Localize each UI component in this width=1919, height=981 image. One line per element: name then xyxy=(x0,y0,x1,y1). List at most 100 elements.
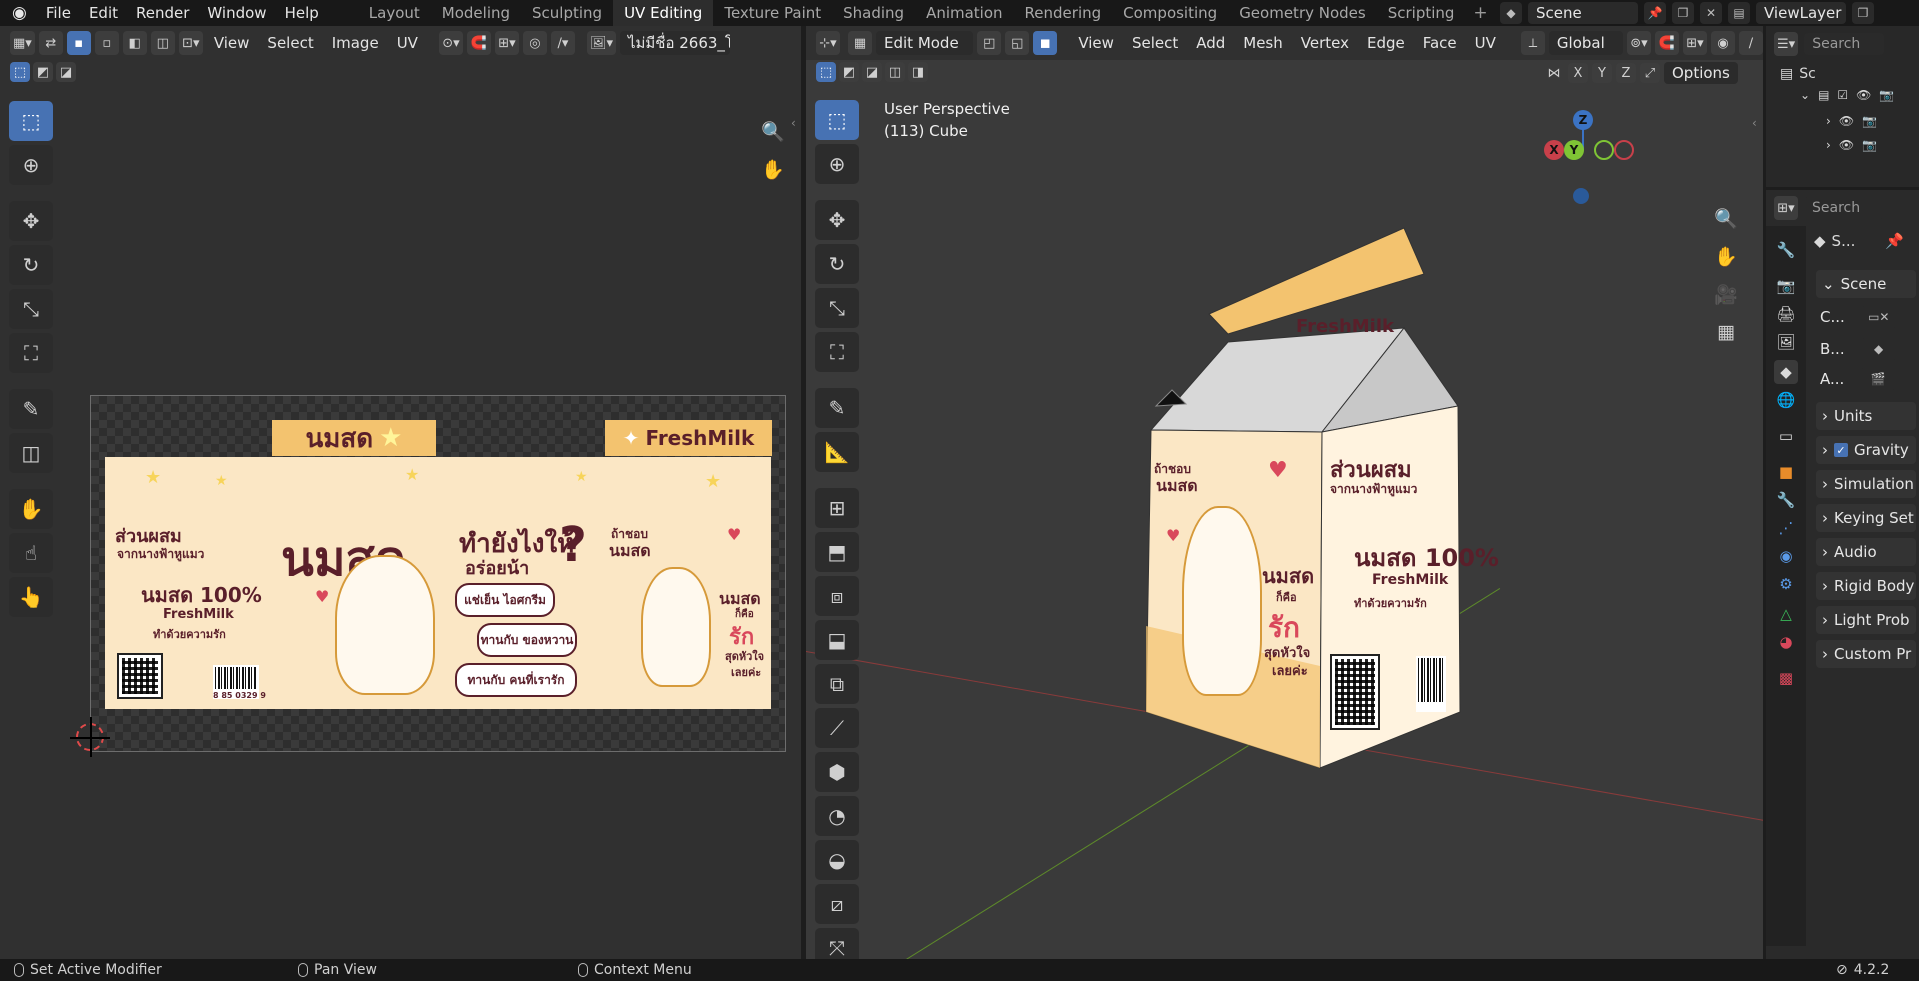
uv-menu-image[interactable]: Image xyxy=(325,31,386,55)
uv-menu-select[interactable]: Select xyxy=(260,31,320,55)
object-tab-icon[interactable]: ■ xyxy=(1774,460,1798,484)
outliner-search-input[interactable]: Search xyxy=(1804,33,1885,55)
menu-help[interactable]: Help xyxy=(276,0,328,26)
render-tab-icon[interactable]: 📷 xyxy=(1774,274,1798,298)
view-layer-field[interactable]: ViewLayer xyxy=(1756,2,1846,24)
movie-clip-field[interactable]: 🎬 xyxy=(1860,368,1897,390)
pivot-icon[interactable]: ⊙▾ xyxy=(438,31,463,55)
scale-tool-icon[interactable]: ⤡ xyxy=(9,289,53,329)
chevron-down-icon[interactable]: ⌄ xyxy=(1800,88,1810,102)
image-name-field[interactable]: ไม่มีชื่อ 2663_โด xyxy=(619,31,730,55)
proportional-edit-icon[interactable]: ◎ xyxy=(522,31,547,55)
falloff-icon[interactable]: ∕▾ xyxy=(550,31,575,55)
editor-type-icon[interactable]: ☰▾ xyxy=(1774,32,1799,56)
rip-tool-icon[interactable]: ◫ xyxy=(9,433,53,473)
snap-target-icon[interactable]: ⊞▾ xyxy=(494,31,519,55)
sync-selection-icon[interactable]: ⇄ xyxy=(38,31,63,55)
gravity-checkbox[interactable]: ✓ xyxy=(1834,443,1848,457)
properties-search-input[interactable]: Search xyxy=(1804,197,1884,219)
outliner-row-object1[interactable]: › 👁 📷 xyxy=(1826,114,1877,128)
physics-tab-icon[interactable]: ◉ xyxy=(1774,544,1798,568)
menu-edit[interactable]: Edit xyxy=(80,0,127,26)
section-light-probe[interactable]: › Light Prob xyxy=(1816,606,1916,634)
section-custom-properties[interactable]: › Custom Pr xyxy=(1816,640,1916,668)
tab-layout[interactable]: Layout xyxy=(358,0,431,26)
outliner-row-root[interactable]: ▤ Sc xyxy=(1780,66,1816,82)
new-view-layer-icon[interactable]: ❐ xyxy=(1852,2,1874,24)
relax-tool-icon[interactable]: ☝ xyxy=(9,533,53,573)
chevron-right-icon[interactable]: › xyxy=(1826,138,1831,152)
world-tab-icon[interactable]: 🌐 xyxy=(1774,388,1798,412)
move-tool-icon[interactable]: ✥ xyxy=(9,201,53,241)
scene-name-field[interactable]: Scene xyxy=(1528,2,1638,24)
section-rigid-body[interactable]: › Rigid Body xyxy=(1816,572,1916,600)
edge-select-icon[interactable]: ▫ xyxy=(94,31,119,55)
blender-logo-icon[interactable]: ◉ xyxy=(0,3,37,23)
transform-tool-icon[interactable]: ⛶ xyxy=(9,333,53,373)
tab-scripting[interactable]: Scripting xyxy=(1377,0,1466,26)
menu-window[interactable]: Window xyxy=(198,0,275,26)
output-tab-icon[interactable]: 🖨 xyxy=(1774,302,1798,326)
tab-animation[interactable]: Animation xyxy=(915,0,1013,26)
pin-icon[interactable]: 📌 xyxy=(1885,232,1904,250)
section-units[interactable]: › Units xyxy=(1816,402,1916,430)
constraints-tab-icon[interactable]: ⚙ xyxy=(1774,572,1798,596)
collection-tab-icon[interactable]: ▭ xyxy=(1774,424,1798,448)
uv-2d-cursor-icon[interactable] xyxy=(70,717,110,757)
pan-hand-icon[interactable]: ✋ xyxy=(757,153,789,185)
uv-image-canvas[interactable]: นมสด ★ ✦ FreshMilk ★ ★ ★ ★ ★ ส่วนผสม จาก… xyxy=(90,395,786,752)
menu-render[interactable]: Render xyxy=(127,0,198,26)
section-gravity[interactable]: › ✓ Gravity xyxy=(1816,436,1916,464)
editor-type-icon[interactable]: ▦▾ xyxy=(10,31,35,55)
annotate-tool-icon[interactable]: ✎ xyxy=(9,389,53,429)
rotate-tool-icon[interactable]: ↻ xyxy=(9,245,53,285)
outliner-row-collection[interactable]: ⌄ ▤ ☑ 👁 📷 xyxy=(1800,88,1894,102)
scene-tab-icon[interactable]: ◆ xyxy=(1774,360,1798,384)
island-select-icon[interactable]: ◫ xyxy=(150,31,175,55)
select-box-tool-icon[interactable]: ⬚ xyxy=(9,101,53,141)
uv-menu-view[interactable]: View xyxy=(207,31,257,55)
checkbox-icon[interactable]: ☑ xyxy=(1837,88,1848,102)
snap-icon[interactable]: 🧲 xyxy=(466,31,491,55)
tab-modeling[interactable]: Modeling xyxy=(431,0,521,26)
uv-menu-uv[interactable]: UV xyxy=(390,31,425,55)
eye-icon[interactable]: 👁 xyxy=(1839,114,1854,128)
tab-rendering[interactable]: Rendering xyxy=(1014,0,1113,26)
background-scene-field[interactable]: ◆ xyxy=(1860,338,1897,360)
milk-carton-mesh[interactable] xyxy=(806,26,1763,959)
select-extend-mode-icon[interactable]: ◩ xyxy=(33,62,53,82)
tab-texture-paint[interactable]: Texture Paint xyxy=(713,0,832,26)
section-simulation[interactable]: › Simulation xyxy=(1816,470,1916,498)
chevron-right-icon[interactable]: › xyxy=(1826,114,1831,128)
add-workspace-button[interactable]: + xyxy=(1465,3,1495,23)
select-box-mode-icon[interactable]: ⬚ xyxy=(10,62,30,82)
vertex-select-icon[interactable]: ▪ xyxy=(66,31,91,55)
face-select-icon[interactable]: ◧ xyxy=(122,31,147,55)
close-icon[interactable]: ✕ xyxy=(1700,2,1722,24)
3d-viewport[interactable]: ⊹▾ ▦ Edit Mode ◰ ◱ ◼ View Select Add Mes… xyxy=(806,26,1763,959)
new-scene-icon[interactable]: ❐ xyxy=(1672,2,1694,24)
editor-type-icon[interactable]: ⊞▾ xyxy=(1774,196,1798,220)
tab-uv-editing[interactable]: UV Editing xyxy=(613,0,714,26)
material-tab-icon[interactable]: ◕ xyxy=(1774,630,1798,654)
camera-field[interactable]: ▭✕ xyxy=(1860,306,1897,328)
outliner-row-object2[interactable]: › 👁 📷 xyxy=(1826,138,1877,152)
texture-tab-icon[interactable]: ▩ xyxy=(1774,666,1798,690)
menu-file[interactable]: File xyxy=(37,0,80,26)
camera-icon[interactable]: 📷 xyxy=(1862,114,1877,128)
view-layer-tab-icon[interactable]: 🖼 xyxy=(1774,330,1798,354)
tool-tab-icon[interactable]: 🔧 xyxy=(1774,238,1798,262)
modifier-tab-icon[interactable]: 🔧 xyxy=(1774,488,1798,512)
select-subtract-mode-icon[interactable]: ◪ xyxy=(56,62,76,82)
cursor-tool-icon[interactable]: ⊕ xyxy=(9,145,53,185)
section-keying-set[interactable]: › Keying Set xyxy=(1816,504,1916,532)
view-layer-icon[interactable]: ▤ xyxy=(1728,2,1750,24)
pin-icon[interactable]: 📌 xyxy=(1644,2,1666,24)
zoom-icon[interactable]: 🔍 xyxy=(757,115,789,147)
eye-icon[interactable]: 👁 xyxy=(1856,88,1871,102)
pinch-tool-icon[interactable]: 👆 xyxy=(9,577,53,617)
tab-geometry-nodes[interactable]: Geometry Nodes xyxy=(1228,0,1377,26)
tab-sculpting[interactable]: Sculpting xyxy=(521,0,613,26)
sidebar-toggle-icon[interactable]: ‹ xyxy=(791,116,796,130)
scene-panel-header[interactable]: ⌄ Scene xyxy=(1816,270,1916,298)
